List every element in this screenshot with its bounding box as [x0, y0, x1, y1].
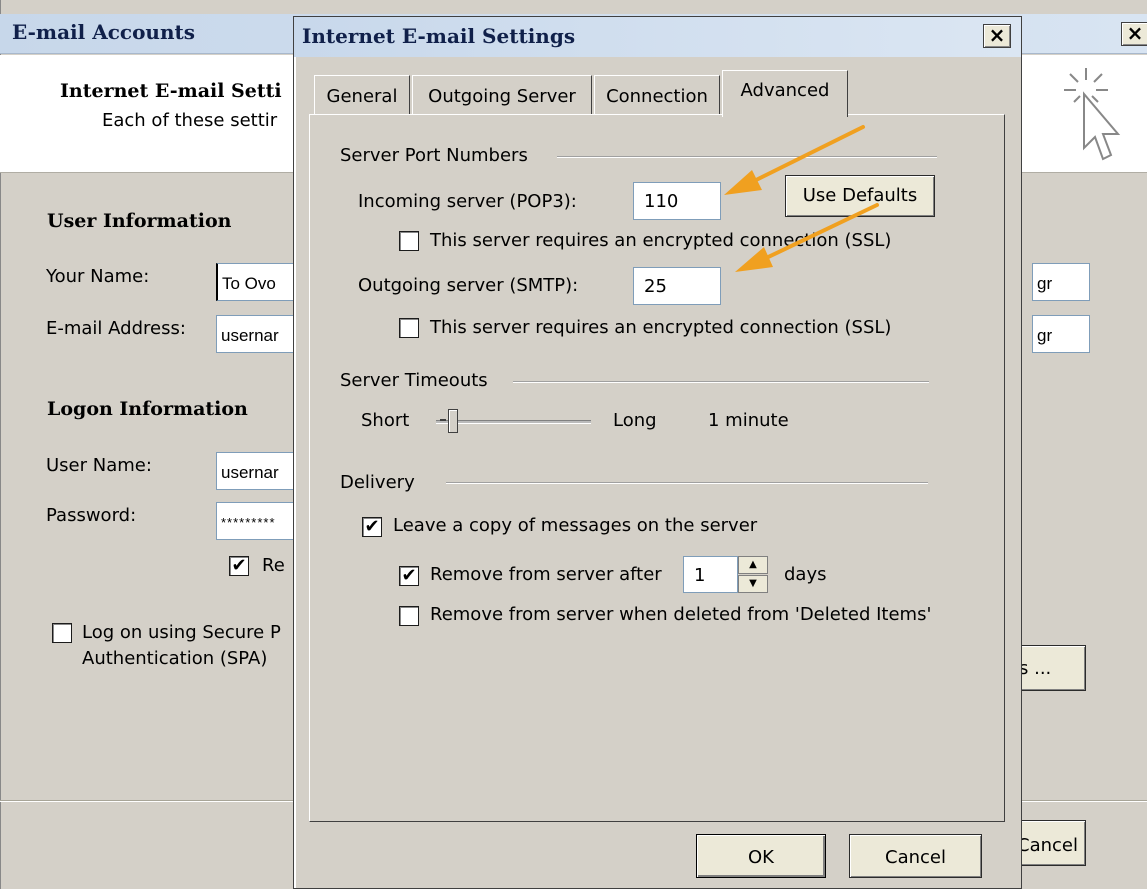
incoming-ssl-label: This server requires an encrypted connec… [430, 230, 892, 251]
incoming-ssl-checkbox[interactable] [399, 231, 419, 251]
cancel-button[interactable]: Cancel [849, 834, 982, 878]
tab-general[interactable]: General [314, 75, 410, 115]
outgoing-ssl-checkbox[interactable] [399, 318, 419, 338]
dialog-title: Internet E-mail Settings [302, 24, 576, 48]
pointer-click-icon [1064, 68, 1121, 161]
ok-button[interactable]: OK [696, 834, 826, 878]
incoming-port-input[interactable]: 110 [633, 182, 721, 220]
timeout-slider-track[interactable] [436, 420, 591, 424]
timeout-long-label: Long [613, 410, 657, 431]
delivery-divider [446, 482, 928, 484]
tab-outgoing-server[interactable]: Outgoing Server [412, 75, 592, 115]
spa-label-line1: Log on using Secure P [82, 622, 281, 643]
logon-information-title: Logon Information [47, 398, 248, 420]
use-defaults-button[interactable]: Use Defaults [785, 175, 935, 217]
spa-checkbox[interactable] [52, 623, 72, 643]
remove-after-checkbox[interactable]: ✔ [399, 566, 419, 586]
password-label: Password: [46, 505, 137, 526]
tab-connection[interactable]: Connection [594, 75, 720, 115]
timeout-short-label: Short [361, 410, 410, 431]
email-address-label: E-mail Address: [46, 318, 186, 339]
your-name-label: Your Name: [46, 266, 150, 287]
server-port-numbers-group-label: Server Port Numbers [340, 145, 528, 166]
outgoing-server-label: Outgoing server (SMTP): [358, 275, 579, 296]
timeout-slider-thumb[interactable] [447, 409, 458, 433]
outgoing-port-input[interactable]: 25 [633, 267, 721, 305]
your-name-input-visible-end[interactable]: gr [1032, 263, 1090, 301]
dialog-close-button[interactable]: × [983, 24, 1011, 48]
remove-when-deleted-checkbox[interactable] [399, 606, 419, 626]
tab-advanced[interactable]: Advanced [722, 70, 848, 117]
leave-copy-checkbox[interactable]: ✔ [362, 517, 382, 537]
timeout-value: 1 minute [708, 410, 789, 431]
remove-after-label: Remove from server after [430, 564, 662, 585]
advanced-tab-panel [309, 114, 1005, 822]
delivery-group-label: Delivery [340, 472, 415, 493]
server-port-numbers-divider [557, 156, 937, 158]
user-name-label: User Name: [46, 455, 152, 476]
email-settings-header-description: Each of these settir [102, 110, 278, 131]
timeout-slider-tick [440, 419, 446, 421]
remember-password-checkbox[interactable]: ✔ [229, 556, 249, 576]
email-accounts-title: E-mail Accounts [12, 20, 195, 44]
spinner-down-icon[interactable]: ▼ [738, 575, 768, 593]
days-label: days [784, 564, 827, 585]
server-timeouts-divider [513, 381, 929, 383]
email-address-input-visible-end[interactable]: gr [1032, 315, 1090, 353]
spa-label-line2: Authentication (SPA) [82, 648, 268, 669]
server-timeouts-group-label: Server Timeouts [340, 370, 488, 391]
spinner-up-icon[interactable]: ▲ [738, 556, 768, 574]
incoming-server-label: Incoming server (POP3): [358, 191, 577, 212]
user-information-title: User Information [47, 210, 232, 232]
remember-password-label: Re [262, 555, 285, 576]
leave-copy-label: Leave a copy of messages on the server [393, 515, 758, 536]
email-settings-header-title: Internet E-mail Setti [60, 80, 282, 102]
outgoing-ssl-label: This server requires an encrypted connec… [430, 317, 892, 338]
remove-when-deleted-label: Remove from server when deleted from 'De… [430, 604, 932, 625]
days-spinner-input[interactable]: 1 [683, 556, 738, 593]
email-accounts-close-button[interactable]: × [1121, 22, 1147, 46]
